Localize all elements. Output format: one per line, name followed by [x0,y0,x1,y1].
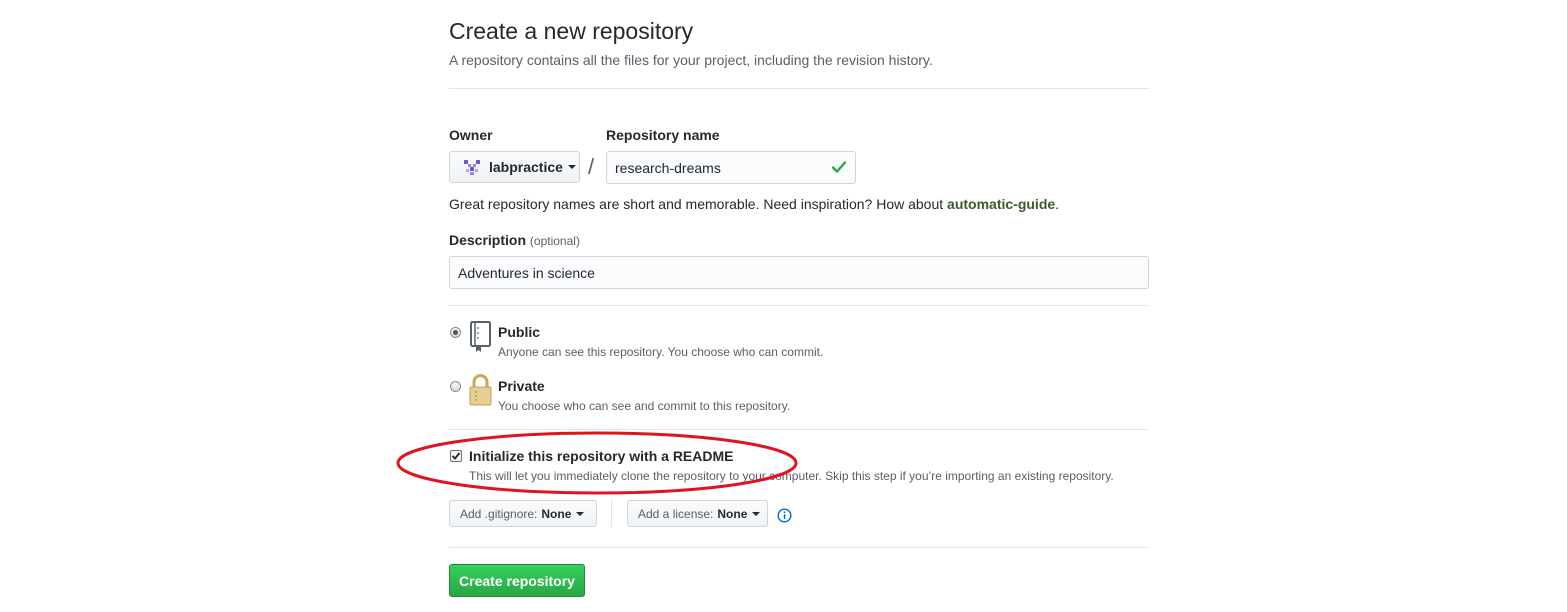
license-label: Add a license: [638,506,714,521]
public-note: Anyone can see this repository. You choo… [498,345,824,359]
checkbox-check-icon [451,452,461,460]
private-radio[interactable] [450,381,461,392]
description-divider [449,305,1149,306]
description-label: Description (optional) [449,232,580,248]
readme-title: Initialize this repository with a README [469,448,734,464]
check-icon [831,161,847,173]
owner-avatar-icon [464,160,480,175]
header-divider [449,88,1149,89]
description-input[interactable]: Adventures in science [449,256,1149,289]
caret-down-icon [567,165,576,169]
page-subtitle: A repository contains all the files for … [449,52,933,68]
readme-note: This will let you immediately clone the … [469,469,1114,483]
caret-down-icon [752,511,761,516]
description-optional: (optional) [529,234,580,248]
repository-name-value: research-dreams [615,159,721,176]
repository-name-input[interactable]: research-dreams [606,151,856,184]
name-hint-text: Great repository names are short and mem… [449,196,948,212]
info-icon[interactable] [777,508,792,523]
repository-name-label: Repository name [606,127,720,143]
public-radio[interactable] [450,327,461,338]
gitignore-label: Add .gitignore: [460,506,538,521]
readme-checkbox[interactable] [450,450,462,462]
description-value: Adventures in science [458,264,595,281]
radio-selected-dot [453,330,458,335]
private-title: Private [498,378,545,394]
private-note: You choose who can see and commit to thi… [498,399,791,413]
create-repository-button[interactable]: Create repository [449,564,585,597]
license-value: None [717,506,748,521]
name-hint-suffix: . [1055,196,1060,212]
owner-repo-separator: / [588,154,595,179]
gitignore-value: None [541,506,572,521]
owner-value: labpractice [489,159,563,175]
description-label-text: Description [449,232,527,248]
name-hint: Great repository names are short and mem… [449,196,1059,212]
footer-divider [449,547,1149,548]
page-title: Create a new repository [449,18,694,44]
owner-label: Owner [449,127,493,143]
owner-select-button[interactable]: labpractice [449,151,580,183]
lock-icon [469,374,492,406]
license-select-button[interactable]: Add a license: None [627,500,768,527]
select-divider [611,500,612,527]
name-suggestion-link[interactable]: automatic-guide [947,196,1055,212]
repo-book-icon [470,321,491,352]
caret-down-icon [576,511,585,516]
gitignore-select-button[interactable]: Add .gitignore: None [449,500,597,527]
visibility-divider [449,429,1149,430]
public-title: Public [498,324,541,340]
